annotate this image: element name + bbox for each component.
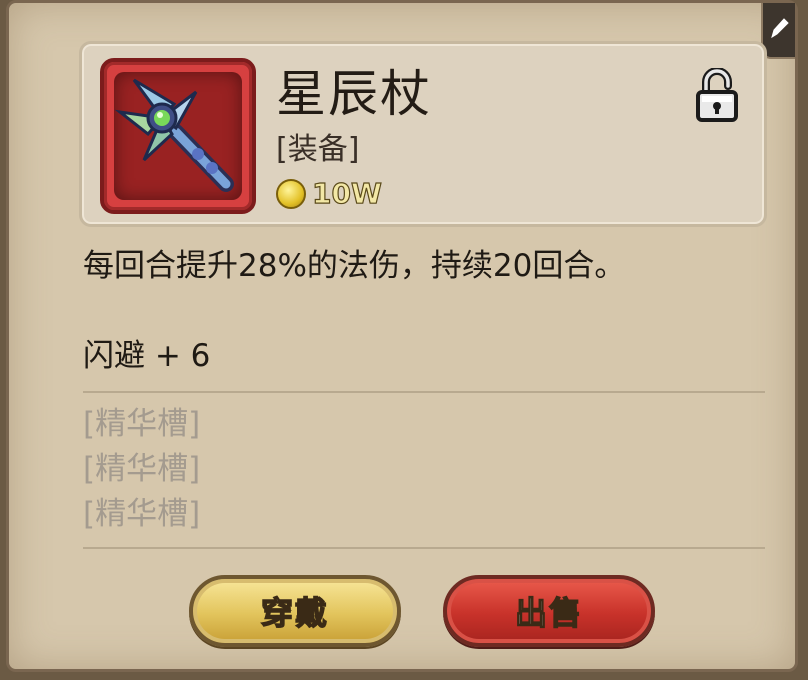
- sell-button[interactable]: 出售: [443, 575, 655, 647]
- item-name: 星辰杖: [276, 65, 432, 123]
- pencil-icon: [771, 18, 789, 39]
- item-type: [装备]: [276, 132, 360, 167]
- coin-icon: [276, 179, 306, 209]
- item-description: 每回合提升28%的法伤，持续20回合。: [83, 248, 626, 284]
- unlock-icon[interactable]: [694, 67, 740, 126]
- item-stat: 闪避 + 6: [83, 338, 211, 374]
- star-staff-icon: [114, 78, 234, 192]
- item-header: 星辰杖 [装备] 10W: [79, 41, 767, 227]
- item-icon-frame: [100, 58, 256, 214]
- essence-slot[interactable]: [精华槽]: [83, 446, 200, 492]
- essence-slot[interactable]: [精华槽]: [83, 491, 200, 537]
- essence-slot[interactable]: [精华槽]: [83, 401, 200, 447]
- item-price: 10W: [276, 176, 382, 212]
- item-icon: [114, 72, 242, 200]
- divider: [83, 391, 765, 393]
- item-detail-panel: 星辰杖 [装备] 10W 每回合提升28%的法伤，持续20回合。 闪避 + 6 …: [6, 0, 798, 672]
- wear-button[interactable]: 穿戴: [189, 575, 401, 647]
- price-value: 10W: [311, 176, 382, 210]
- divider: [83, 547, 765, 549]
